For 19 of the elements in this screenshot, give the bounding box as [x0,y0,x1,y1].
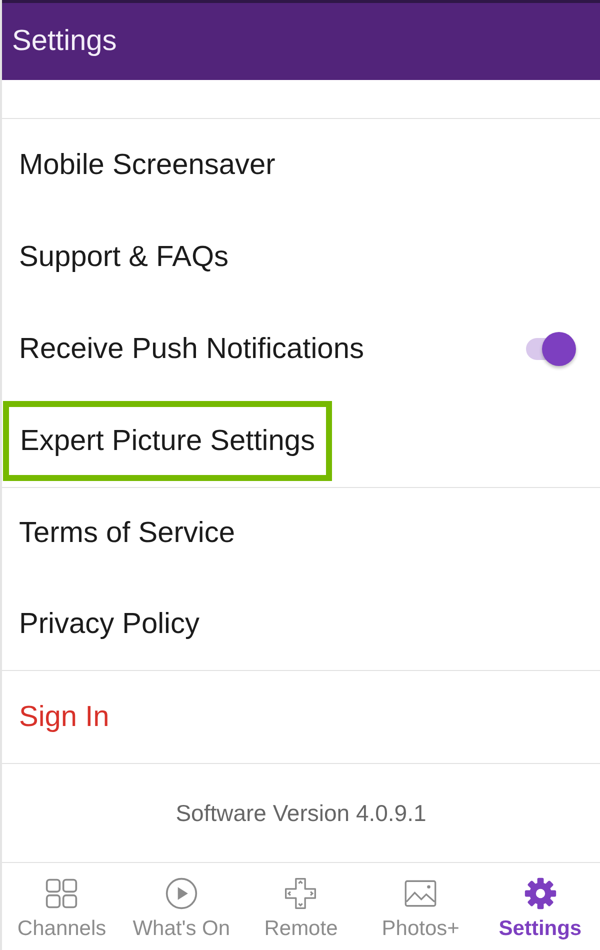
setting-label: Receive Push Notifications [19,332,364,366]
grid-icon [45,877,78,910]
menu-item[interactable]: Privacy Policy [19,608,200,641]
nav-tab[interactable]: What's On [122,863,242,950]
nav-tab[interactable]: Remote [241,863,361,950]
settings-icon [524,877,557,910]
toggle-switch[interactable] [526,332,576,366]
nav-tab[interactable]: Settings [480,863,600,950]
play-icon [164,877,198,910]
version-text: Software Version 4.0.9.1 [176,800,426,826]
nav-tab[interactable]: Photos+ [360,863,480,950]
nav-tab[interactable]: Channels [2,863,122,950]
screen-title: Settings [12,25,117,58]
menu-item[interactable]: Support & FAQs [19,240,229,274]
sign-in-link[interactable]: Sign In [19,700,110,734]
menu-item[interactable]: Terms of Service [19,517,235,550]
menu-item[interactable]: Mobile Screensaver [19,148,276,182]
dpad-icon [284,877,318,910]
menu-item[interactable]: Expert Picture Settings [20,424,315,458]
